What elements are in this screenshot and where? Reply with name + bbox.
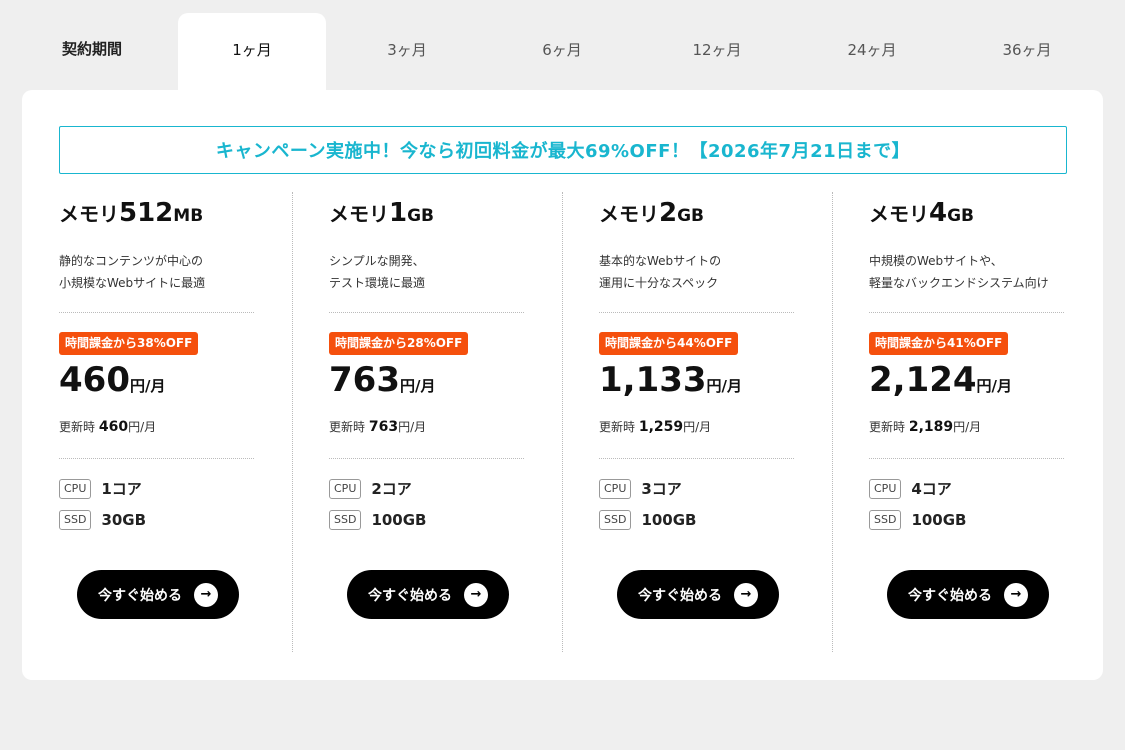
ssd-tag: SSD xyxy=(869,510,902,530)
tab-label: 6ヶ月 xyxy=(542,41,582,59)
start-now-button[interactable]: 今すぐ始める → xyxy=(347,570,509,619)
monthly-price: 2,124円/月 xyxy=(869,360,1013,400)
cpu-spec: CPU 4コア xyxy=(869,478,952,499)
cpu-tag: CPU xyxy=(599,478,632,499)
plan-name: メモリ512MB xyxy=(59,198,204,228)
cpu-tag: CPU xyxy=(869,478,902,499)
tab-label: 3ヶ月 xyxy=(387,41,427,59)
renewal-price: 更新時 460円/月 xyxy=(59,419,157,435)
plan-description: 中規模のWebサイトや、 軽量なバックエンドシステム向け xyxy=(869,254,1049,290)
ssd-spec: SSD 100GB xyxy=(599,510,697,530)
pricing-panel: キャンペーン実施中！今なら初回料金が最大69%OFF！【2026年7月21日まで… xyxy=(22,90,1103,680)
arrow-right-icon: → xyxy=(1004,582,1028,607)
tab-12-months[interactable]: 12ヶ月 xyxy=(643,13,791,93)
cpu-spec: CPU 3コア xyxy=(599,478,682,499)
plan-card-1gb: メモリ1GB シンプルな開発、 テスト環境に最適 時間課金から28%OFF 763… xyxy=(329,190,599,750)
contract-period-tabs: 契約期間 1ヶ月 3ヶ月 6ヶ月 12ヶ月 24ヶ月 36ヶ月 xyxy=(0,0,1125,93)
plan-description: 基本的なWebサイトの 運用に十分なスペック xyxy=(599,254,722,290)
plan-name: メモリ2GB xyxy=(599,198,705,228)
tab-6-months[interactable]: 6ヶ月 xyxy=(488,13,636,93)
tab-3-months[interactable]: 3ヶ月 xyxy=(333,13,481,93)
plan-card-512mb: メモリ512MB 静的なコンテンツが中心の 小規模なWebサイトに最適 時間課金か… xyxy=(59,190,329,750)
plan-name: メモリ4GB xyxy=(869,198,975,228)
tab-label: 36ヶ月 xyxy=(1002,41,1052,59)
separator xyxy=(599,458,794,459)
start-now-button[interactable]: 今すぐ始める → xyxy=(887,570,1049,619)
discount-badge: 時間課金から38%OFF xyxy=(59,332,199,355)
monthly-price: 763円/月 xyxy=(329,360,436,400)
separator xyxy=(599,312,794,313)
discount-badge: 時間課金から28%OFF xyxy=(329,332,469,355)
arrow-right-icon: → xyxy=(194,582,218,607)
monthly-price: 1,133円/月 xyxy=(599,360,743,400)
ssd-tag: SSD xyxy=(599,510,632,530)
plan-description: シンプルな開発、 テスト環境に最適 xyxy=(329,254,426,290)
contract-period-label: 契約期間 xyxy=(62,40,123,58)
plan-card-4gb: メモリ4GB 中規模のWebサイトや、 軽量なバックエンドシステム向け 時間課金か… xyxy=(869,190,1125,750)
start-now-button[interactable]: 今すぐ始める → xyxy=(77,570,239,619)
plan-description: 静的なコンテンツが中心の 小規模なWebサイトに最適 xyxy=(59,254,206,290)
arrow-right-icon: → xyxy=(734,582,758,607)
ssd-spec: SSD 100GB xyxy=(869,510,967,530)
separator xyxy=(329,312,524,313)
cpu-spec: CPU 2コア xyxy=(329,478,412,499)
tab-label: 24ヶ月 xyxy=(847,41,897,59)
tab-24-months[interactable]: 24ヶ月 xyxy=(798,13,946,93)
cpu-tag: CPU xyxy=(59,478,92,499)
ssd-spec: SSD 100GB xyxy=(329,510,427,530)
ssd-tag: SSD xyxy=(59,510,92,530)
renewal-price: 更新時 763円/月 xyxy=(329,419,427,435)
cpu-tag: CPU xyxy=(329,478,362,499)
tab-label: 1ヶ月 xyxy=(232,41,272,59)
separator xyxy=(59,312,254,313)
separator xyxy=(869,312,1064,313)
discount-badge: 時間課金から44%OFF xyxy=(599,332,739,355)
plan-name: メモリ1GB xyxy=(329,198,435,228)
separator xyxy=(869,458,1064,459)
discount-badge: 時間課金から41%OFF xyxy=(869,332,1009,355)
renewal-price: 更新時 1,259円/月 xyxy=(599,419,712,435)
campaign-banner: キャンペーン実施中！今なら初回料金が最大69%OFF！【2026年7月21日まで… xyxy=(59,126,1067,174)
tab-1-month[interactable]: 1ヶ月 xyxy=(178,13,326,93)
monthly-price: 460円/月 xyxy=(59,360,166,400)
cpu-spec: CPU 1コア xyxy=(59,478,142,499)
arrow-right-icon: → xyxy=(464,582,488,607)
ssd-tag: SSD xyxy=(329,510,362,530)
ssd-spec: SSD 30GB xyxy=(59,510,146,530)
separator xyxy=(59,458,254,459)
tab-label: 12ヶ月 xyxy=(692,41,742,59)
start-now-button[interactable]: 今すぐ始める → xyxy=(617,570,779,619)
plan-card-2gb: メモリ2GB 基本的なWebサイトの 運用に十分なスペック 時間課金から44%OF… xyxy=(599,190,869,750)
tab-36-months[interactable]: 36ヶ月 xyxy=(953,13,1101,93)
separator xyxy=(329,458,524,459)
renewal-price: 更新時 2,189円/月 xyxy=(869,419,982,435)
